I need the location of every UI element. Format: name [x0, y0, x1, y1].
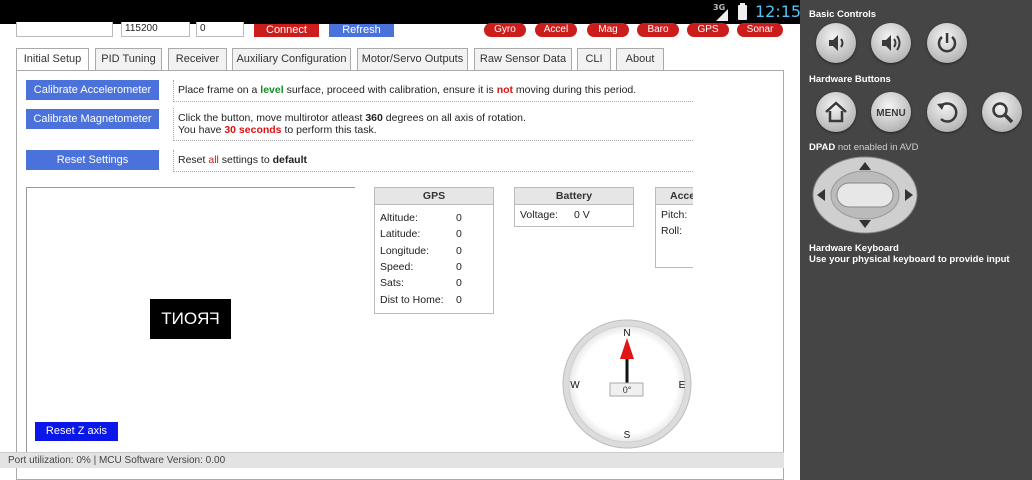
basic-controls-heading: Basic Controls [809, 9, 877, 20]
battery-voltage-value: 0 V [574, 209, 590, 221]
dpad-center [836, 182, 894, 208]
gps-value: 0 [456, 228, 462, 240]
power-icon [937, 33, 957, 53]
port-input[interactable]: 0 [196, 22, 244, 37]
emulator-controls-panel [800, 0, 1032, 480]
compass-dial: N S E W 0° [562, 319, 692, 449]
gps-value: 0 [456, 261, 462, 273]
compass-east: E [679, 380, 686, 391]
tab-raw-sensor-data[interactable]: Raw Sensor Data [474, 48, 572, 70]
reset-z-axis-button[interactable]: Reset Z axis [35, 422, 118, 441]
compass-needle-shaft [625, 359, 629, 385]
compass-north: N [623, 328, 630, 339]
gps-title: GPS [375, 188, 493, 205]
initial-setup-panel: Calibrate Accelerometer Place frame on a… [16, 70, 784, 480]
menu-button[interactable]: MENU [871, 92, 911, 132]
volume-down-icon [829, 35, 844, 51]
hardware-keyboard-description: Use your physical keyboard to provide in… [809, 254, 1010, 265]
tab-cli[interactable]: CLI [577, 48, 611, 70]
search-button[interactable] [982, 92, 1022, 132]
gps-label: Dist to Home: [380, 294, 444, 306]
power-button[interactable] [927, 23, 967, 63]
tab-initial-setup[interactable]: Initial Setup [16, 48, 89, 71]
gps-value: 0 [456, 277, 462, 289]
hardware-keyboard-heading: Hardware Keyboard [809, 243, 899, 254]
gps-label: Speed: [380, 261, 414, 273]
sensor-gyro: Gyro [484, 23, 526, 37]
device-screen: 3G 12:15 115200 0 Connect Refresh Gyro A… [0, 0, 800, 480]
accel-box: Acce Pitch: Roll: [655, 187, 693, 268]
back-icon [937, 102, 958, 123]
connect-button[interactable]: Connect [254, 24, 319, 37]
port-select[interactable] [16, 22, 113, 37]
volume-up-button[interactable] [871, 23, 911, 63]
compass-heading: 0° [623, 385, 632, 395]
hardware-buttons-heading: Hardware Buttons [809, 74, 891, 85]
back-button[interactable] [927, 92, 967, 132]
reset-settings-description: Reset all settings to default [173, 150, 693, 172]
calibrate-magnetometer-button[interactable]: Calibrate Magnetometer [26, 109, 159, 129]
gps-box: GPS Altitude: 0 Latitude: 0 Longitude: 0… [374, 187, 494, 314]
tab-about[interactable]: About [616, 48, 664, 70]
gps-value: 0 [456, 294, 462, 306]
gps-value: 0 [456, 245, 462, 257]
home-button[interactable] [816, 92, 856, 132]
gps-value: 0 [456, 212, 462, 224]
calibrate-accelerometer-description: Place frame on a level surface, proceed … [173, 80, 693, 102]
android-status-bar: 3G 12:15 [0, 0, 800, 24]
tab-motor-servo-outputs[interactable]: Motor/Servo Outputs [357, 48, 468, 70]
tab-auxiliary-configuration[interactable]: Auxiliary Configuration [232, 48, 351, 70]
battery-icon [738, 3, 747, 20]
tab-receiver[interactable]: Receiver [168, 48, 227, 70]
battery-box: Battery Voltage: 0 V [514, 187, 634, 227]
dpad-heading: DPAD not enabled in AVD [809, 142, 919, 153]
baud-select[interactable]: 115200 [121, 22, 190, 37]
sensor-baro: Baro [637, 23, 679, 37]
calibrate-accelerometer-button[interactable]: Calibrate Accelerometer [26, 80, 159, 100]
accel-roll-label: Roll: [661, 225, 683, 237]
gps-label: Latitude: [380, 228, 421, 240]
gps-label: Altitude: [380, 212, 418, 224]
calibrate-magnetometer-description: Click the button, move multirotor atleas… [173, 108, 693, 141]
menu-icon: MENU [876, 108, 905, 119]
status-clock: 12:15 [755, 2, 800, 21]
signal-icon [716, 9, 728, 21]
search-icon [992, 102, 1014, 124]
reset-settings-button[interactable]: Reset Settings [26, 150, 159, 170]
battery-voltage-label: Voltage: [520, 209, 558, 221]
compass-south: S [624, 430, 631, 441]
sensor-mag: Mag [587, 23, 629, 37]
refresh-button[interactable]: Refresh [329, 24, 394, 37]
dpad[interactable] [811, 155, 919, 235]
dpad-icon [812, 156, 918, 234]
accel-box-clip: Acce Pitch: Roll: [655, 187, 693, 268]
sensor-accel: Accel [535, 23, 577, 37]
volume-up-icon [882, 35, 901, 51]
emulator-window: 3G 12:15 115200 0 Connect Refresh Gyro A… [0, 0, 1032, 480]
port-status-line: Port utilization: 0% | MCU Software Vers… [0, 452, 784, 468]
model-front-label: FRONT [150, 299, 231, 339]
model-view[interactable]: FRONT Reset Z axis [26, 187, 355, 467]
compass-west: W [570, 380, 580, 391]
gps-label: Longitude: [380, 245, 430, 257]
home-icon [825, 101, 847, 123]
compass: N S E W 0° [560, 317, 694, 451]
menu-button-label: MENU [876, 108, 905, 119]
volume-down-button[interactable] [816, 23, 856, 63]
tab-pid-tuning[interactable]: PID Tuning [95, 48, 162, 70]
battery-title: Battery [515, 188, 633, 205]
sensor-gps: GPS [687, 23, 729, 37]
accel-title: Acce [656, 188, 693, 205]
sensor-sonar: Sonar [737, 23, 783, 37]
gps-label: Sats: [380, 277, 404, 289]
accel-pitch-label: Pitch: [661, 209, 688, 221]
